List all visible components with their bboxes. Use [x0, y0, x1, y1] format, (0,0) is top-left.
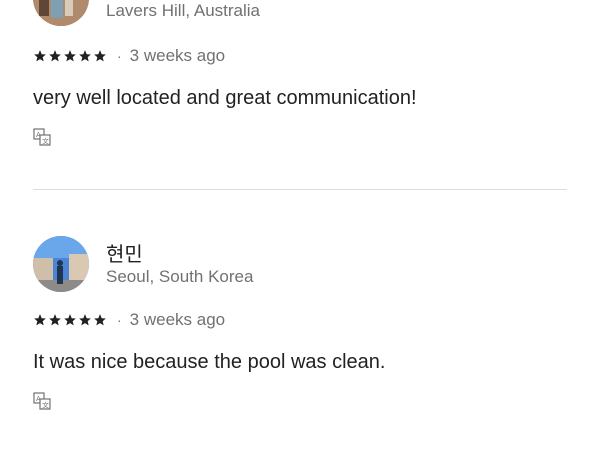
reviewer-name: 현민	[106, 244, 143, 266]
review-header: 현민 Seoul, South Korea	[33, 236, 567, 296]
review-meta: · 3 weeks ago	[33, 310, 225, 330]
translate-icon[interactable]: A 文	[33, 392, 51, 410]
review-date: 3 weeks ago	[129, 310, 226, 329]
star-icon	[64, 50, 76, 62]
star-icon	[94, 314, 106, 326]
reviewer-avatar[interactable]	[33, 236, 89, 292]
review-date: 3 weeks ago	[129, 46, 226, 65]
star-icon	[49, 314, 61, 326]
star-icon	[79, 50, 91, 62]
divider	[33, 189, 567, 190]
svg-text:文: 文	[42, 401, 49, 410]
star-icon	[64, 314, 76, 326]
review-card: 현민 Seoul, South Korea · 3 weeks ago It w…	[33, 236, 567, 436]
review-meta: · 3 weeks ago	[33, 46, 225, 66]
reviewer-location: Seoul, South Korea	[106, 267, 254, 286]
separator-dot: ·	[117, 312, 122, 328]
star-icon	[34, 314, 46, 326]
review-text: very well located and great communicatio…	[33, 87, 417, 109]
reviewer-location: Lavers Hill, Australia	[106, 1, 261, 20]
review-text: It was nice because the pool was clean.	[33, 351, 386, 373]
star-icon	[94, 50, 106, 62]
star-icon	[79, 314, 91, 326]
review-card: Lavers Hill, Australia · 3 weeks ago ver…	[33, 0, 567, 170]
svg-text:文: 文	[42, 137, 49, 146]
svg-text:A: A	[36, 131, 41, 139]
rating-stars	[33, 313, 107, 327]
rating-stars	[33, 49, 107, 63]
svg-text:A: A	[36, 395, 41, 403]
star-icon	[34, 50, 46, 62]
review-header: Lavers Hill, Australia	[33, 0, 567, 30]
translate-icon[interactable]: A 文	[33, 128, 51, 146]
reviewer-avatar[interactable]	[33, 0, 89, 26]
star-icon	[49, 50, 61, 62]
separator-dot: ·	[117, 48, 122, 64]
